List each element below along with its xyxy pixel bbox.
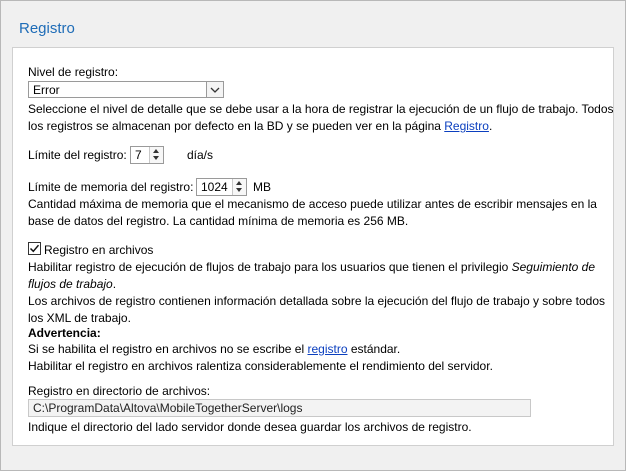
logging-settings-window: Registro Nivel de registro: Error Selecc…: [0, 0, 626, 471]
logging-panel: Nivel de registro: Error Seleccione el n…: [12, 47, 614, 446]
checkmark-icon: [29, 244, 40, 253]
log-level-selected: Error: [33, 83, 60, 97]
file-logging-description-1: Habilitar registro de ejecución de flujo…: [28, 259, 595, 276]
file-logging-description-2: Los archivos de registro contienen infor…: [28, 294, 606, 308]
log-limit-unit: día/s: [187, 148, 214, 162]
log-directory-hint: Indique el directorio del lado servidor …: [28, 420, 472, 434]
file-logging-description-1-text: Habilitar registro de ejecución de flujo…: [28, 260, 512, 274]
warning-title: Advertencia:: [28, 326, 101, 340]
privilege-name-1: Seguimiento de: [511, 260, 596, 274]
chevron-down-icon[interactable]: [206, 82, 223, 97]
log-limit-stepper[interactable]: 7: [130, 146, 164, 164]
warning-line-1-text: Si se habilita el registro en archivos n…: [28, 342, 308, 356]
memory-limit-value: 1024: [201, 180, 228, 194]
file-logging-description-1b: flujos de trabajo.: [28, 276, 116, 293]
log-level-description-2-end: .: [488, 119, 493, 133]
file-logging-label[interactable]: Registro en archivos: [44, 242, 153, 259]
memory-limit-stepper[interactable]: 1024: [196, 178, 247, 196]
stepper-arrows-icon[interactable]: [232, 179, 246, 195]
memory-limit-unit: MB: [253, 180, 271, 194]
file-logging-description-1-end: .: [112, 277, 117, 291]
log-level-description-2: los registros se almacenan por defecto e…: [28, 118, 492, 135]
log-level-select[interactable]: Error: [28, 81, 224, 98]
log-limit-label: Límite del registro:: [28, 148, 127, 162]
memory-limit-description-2: base de datos del registro. La cantidad …: [28, 214, 409, 228]
log-directory-input[interactable]: C:\ProgramData\Altova\MobileTogetherServ…: [28, 399, 531, 417]
log-directory-value: C:\ProgramData\Altova\MobileTogetherServ…: [33, 401, 303, 415]
registro-link[interactable]: registro: [307, 342, 347, 356]
memory-limit-description-1: Cantidad máxima de memoria que el mecani…: [28, 197, 597, 211]
section-title: Registro: [19, 20, 75, 37]
stepper-arrows-icon[interactable]: [149, 147, 163, 163]
log-level-description-2-text: los registros se almacenan por defecto e…: [28, 119, 445, 133]
log-limit-value: 7: [135, 148, 142, 162]
warning-line-1: Si se habilita el registro en archivos n…: [28, 341, 400, 358]
log-level-description-1: Seleccione el nivel de detalle que se de…: [28, 102, 614, 116]
warning-line-2: Habilitar el registro en archivos ralent…: [28, 359, 493, 373]
privilege-name-2: flujos de trabajo: [28, 277, 113, 291]
registro-page-link[interactable]: Registro: [444, 119, 489, 133]
file-logging-checkbox[interactable]: [28, 242, 41, 255]
log-directory-label: Registro en directorio de archivos:: [28, 384, 211, 398]
warning-line-1-end: estándar.: [347, 342, 401, 356]
log-level-label: Nivel de registro:: [28, 65, 119, 79]
memory-limit-label: Límite de memoria del registro:: [28, 180, 194, 194]
